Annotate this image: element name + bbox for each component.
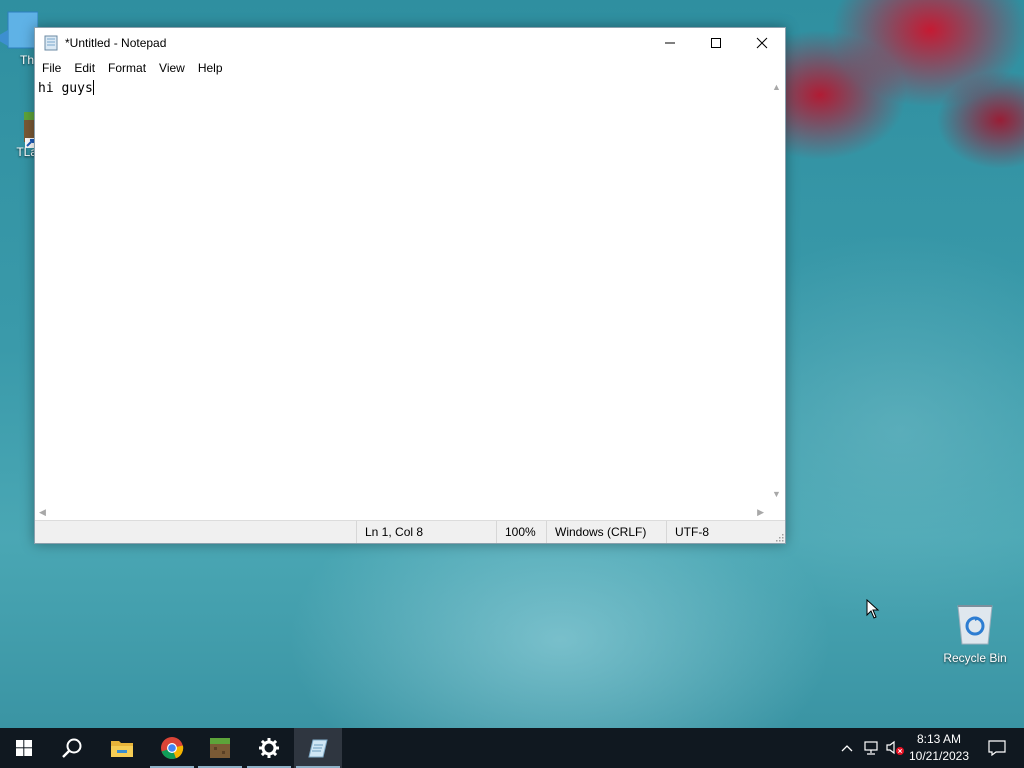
clock-time: 8:13 AM xyxy=(916,732,962,746)
minimize-icon xyxy=(665,42,675,44)
status-line-ending: Windows (CRLF) xyxy=(546,521,666,543)
start-icon xyxy=(16,740,32,756)
notepad-window[interactable]: *Untitled - Notepad File Edit Format Vie… xyxy=(34,27,786,544)
text-caret xyxy=(92,80,94,95)
editor-content: hi guys xyxy=(38,81,93,96)
maximize-icon xyxy=(711,38,721,48)
status-zoom: 100% xyxy=(496,521,546,543)
taskbar: 8:13 AM 10/21/2023 xyxy=(0,728,1024,768)
menu-help[interactable]: Help xyxy=(192,58,230,78)
search-button[interactable] xyxy=(48,728,96,768)
menu-edit[interactable]: Edit xyxy=(68,58,102,78)
title-bar[interactable]: *Untitled - Notepad xyxy=(35,28,785,58)
text-editor[interactable]: hi guys xyxy=(35,78,768,504)
taskbar-settings[interactable] xyxy=(245,728,293,768)
notifications-button[interactable] xyxy=(986,728,1008,768)
chrome-icon xyxy=(161,737,184,760)
taskbar-minecraft[interactable] xyxy=(196,728,244,768)
scroll-left-icon[interactable]: ◀ xyxy=(39,508,46,517)
scroll-up-icon[interactable]: ▲ xyxy=(772,83,781,92)
desktop-icon-recycle-bin[interactable]: Recycle Bin xyxy=(938,602,1012,665)
status-bar: Ln 1, Col 8 100% Windows (CRLF) UTF-8 xyxy=(35,520,785,543)
menu-file[interactable]: File xyxy=(36,58,68,78)
volume-muted-icon xyxy=(886,740,904,755)
scroll-down-icon[interactable]: ▼ xyxy=(772,490,781,499)
windows-icon xyxy=(0,11,39,49)
file-explorer-icon xyxy=(111,741,133,757)
chevron-up-icon xyxy=(841,745,853,752)
notepad-icon xyxy=(44,35,58,51)
recycle-bin-icon xyxy=(957,605,993,645)
clock-date: 10/21/2023 xyxy=(908,749,970,763)
minecraft-icon xyxy=(210,738,230,758)
mouse-cursor-icon xyxy=(866,599,880,619)
resize-grip-icon[interactable] xyxy=(774,532,784,542)
vertical-scrollbar[interactable]: ▲ ▼ xyxy=(768,78,785,504)
settings-icon xyxy=(259,738,279,758)
menu-view[interactable]: View xyxy=(153,58,192,78)
status-cursor-position: Ln 1, Col 8 xyxy=(356,521,496,543)
maximize-button[interactable] xyxy=(693,28,739,58)
taskbar-notepad[interactable] xyxy=(294,728,342,768)
window-title: *Untitled - Notepad xyxy=(65,36,167,50)
desktop-icon-label: Recycle Bin xyxy=(943,651,1007,665)
search-icon xyxy=(62,738,82,758)
show-hidden-icons-button[interactable] xyxy=(838,728,856,768)
scroll-right-icon[interactable]: ▶ xyxy=(757,508,764,517)
close-button[interactable] xyxy=(739,28,785,58)
menu-format[interactable]: Format xyxy=(102,58,153,78)
volume-button[interactable] xyxy=(884,728,906,768)
status-encoding: UTF-8 xyxy=(666,521,766,543)
taskbar-chrome[interactable] xyxy=(148,728,196,768)
minimize-button[interactable] xyxy=(647,28,693,58)
start-button[interactable] xyxy=(0,728,48,768)
network-icon xyxy=(864,741,878,755)
horizontal-scrollbar[interactable]: ◀ ▶ xyxy=(35,504,768,521)
taskbar-file-explorer[interactable] xyxy=(98,728,146,768)
notepad-icon xyxy=(308,739,328,758)
menu-bar: File Edit Format View Help xyxy=(35,58,785,78)
network-button[interactable] xyxy=(860,728,882,768)
close-icon xyxy=(756,37,768,49)
notification-icon xyxy=(988,740,1006,756)
taskbar-clock[interactable]: 8:13 AM 10/21/2023 xyxy=(906,731,972,765)
